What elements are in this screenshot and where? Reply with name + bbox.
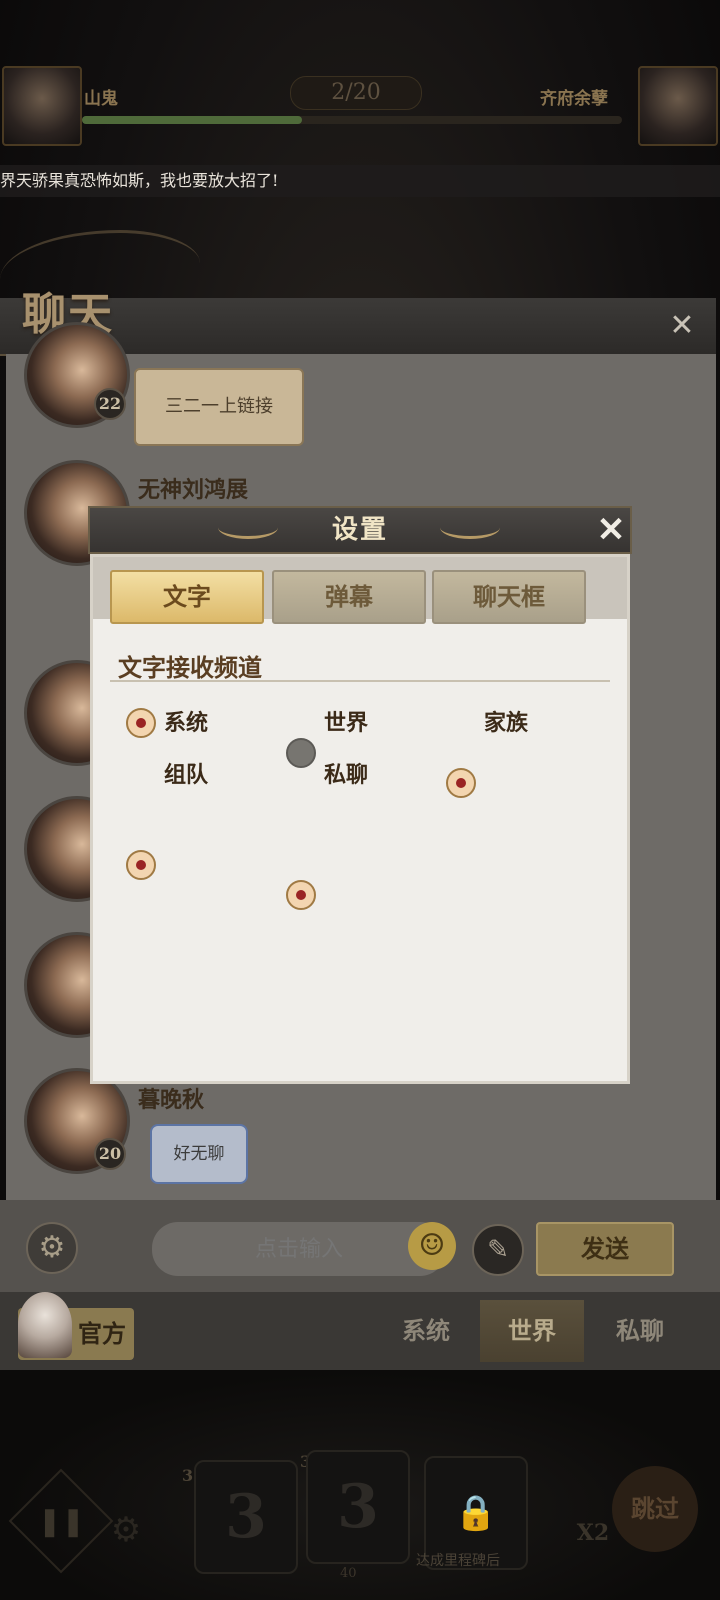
gear-icon[interactable]: ⚙ — [26, 1222, 78, 1274]
official-avatar — [18, 1292, 72, 1358]
settings-body — [90, 554, 630, 1084]
right-player-portrait — [638, 66, 718, 146]
chat-username: 无神刘鸿展 — [138, 477, 249, 503]
close-icon[interactable]: ✕ — [590, 510, 632, 550]
right-player-name: 齐府余孽 — [540, 89, 608, 109]
level-badge: 22 — [94, 388, 126, 420]
bottom-counter: 40 — [340, 1566, 357, 1581]
channel-checkbox-world[interactable] — [286, 738, 316, 768]
channel-label: 系统 — [164, 710, 209, 736]
lock-icon: 🔒 — [454, 1493, 498, 1533]
channel-label: 私聊 — [324, 762, 369, 788]
level-badge: 20 — [94, 1138, 126, 1170]
skill-card[interactable]: 3 — [306, 1450, 410, 1564]
progress-fill — [82, 116, 302, 124]
chat-username: 暮晚秋 — [138, 1087, 205, 1113]
left-player-portrait — [2, 66, 82, 146]
channel-label: 家族 — [484, 710, 529, 736]
channel-checkbox-team[interactable] — [126, 850, 156, 880]
milestone-text: 达成里程碑后 — [416, 1553, 500, 1569]
tab-private[interactable]: 私聊 — [588, 1300, 692, 1362]
speed-button[interactable]: X2 — [568, 1520, 618, 1560]
section-title: 文字接收频道 — [118, 653, 262, 682]
scrolling-banner: 界天骄果真恐怖如斯，我也要放大招了! — [0, 165, 720, 197]
pause-icon: ❚❚ — [37, 1503, 85, 1537]
tab-text[interactable]: 文字 — [110, 570, 264, 624]
channel-checkbox-system[interactable] — [126, 708, 156, 738]
chat-bubble: 三二一上链接 — [134, 368, 304, 446]
skip-button[interactable]: 跳过 — [612, 1466, 698, 1552]
left-player-name: 山鬼 — [84, 89, 118, 109]
tab-world[interactable]: 世界 — [480, 1300, 584, 1362]
section-divider — [110, 680, 610, 682]
channel-label: 世界 — [324, 710, 369, 736]
tab-chat-frame[interactable]: 聊天框 — [432, 570, 586, 624]
channel-checkbox-family[interactable] — [446, 768, 476, 798]
skill-card[interactable]: 3 — [194, 1460, 298, 1574]
chat-input[interactable] — [152, 1222, 446, 1276]
pen-icon[interactable]: ✎ — [472, 1224, 524, 1276]
emoji-icon[interactable]: ☺ — [408, 1222, 456, 1270]
settings-title: 设置 — [331, 515, 388, 545]
tab-system[interactable]: 系统 — [374, 1300, 478, 1362]
gear-icon[interactable]: ⚙ — [96, 1500, 156, 1560]
chat-close-icon[interactable]: ✕ — [664, 308, 700, 344]
round-counter: 2/20 — [290, 76, 422, 110]
channel-checkbox-private[interactable] — [286, 880, 316, 910]
tab-danmaku[interactable]: 弹幕 — [272, 570, 426, 624]
chat-bubble: 好无聊 — [150, 1124, 248, 1184]
channel-label: 组队 — [164, 762, 209, 788]
send-button[interactable]: 发送 — [536, 1222, 674, 1276]
